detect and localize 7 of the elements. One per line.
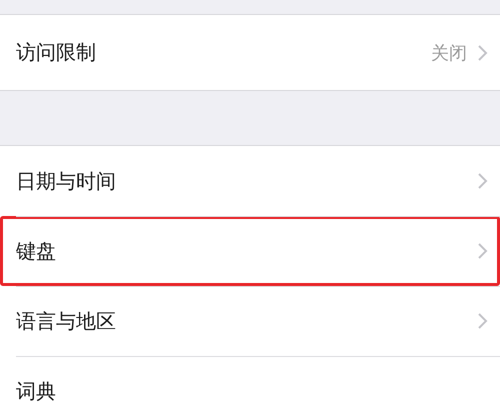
row-label: 键盘 [16,238,57,264]
settings-row[interactable]: 键盘 [0,216,500,286]
row-label: 访问限制 [16,39,97,66]
row-value: 关闭 [431,42,467,64]
row-label: 日期与时间 [16,168,117,194]
row-label: 语言与地区 [16,308,117,334]
row-label: 词典 [16,378,57,404]
